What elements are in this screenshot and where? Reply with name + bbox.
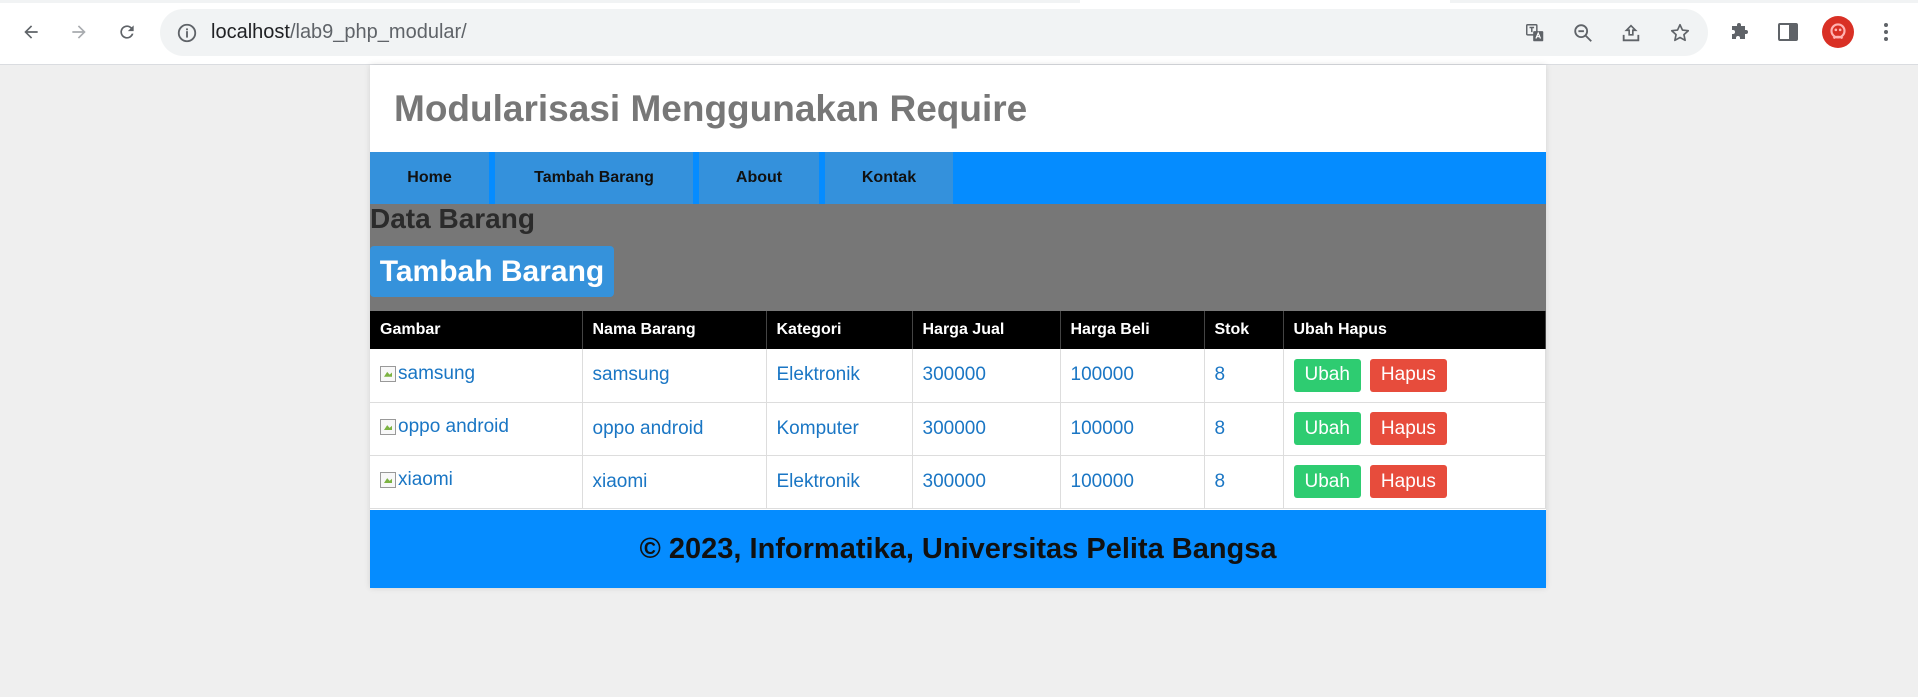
cell-harga-beli: 100000 xyxy=(1060,455,1205,509)
nav-item-home[interactable]: Home xyxy=(370,152,489,204)
cell-kategori: Elektronik xyxy=(766,349,913,403)
data-table: Gambar Nama Barang Kategori Harga Jual H… xyxy=(370,311,1546,509)
reload-icon[interactable] xyxy=(111,16,143,48)
main-nav: Home Tambah Barang About Kontak xyxy=(370,152,1546,204)
table-row: oppo android oppo android Komputer 30000… xyxy=(370,402,1546,456)
nav-item-about[interactable]: About xyxy=(699,152,819,204)
browser-toolbar: localhost/lab9_php_modular/ xyxy=(0,0,1918,65)
translate-icon[interactable] xyxy=(1523,21,1547,45)
cell-gambar: xiaomi xyxy=(370,455,583,509)
cell-nama: xiaomi xyxy=(582,455,767,509)
cell-kategori: Elektronik xyxy=(766,455,913,509)
delete-button[interactable]: Hapus xyxy=(1369,358,1447,392)
cell-harga-beli: 100000 xyxy=(1060,349,1205,403)
cell-stok: 8 xyxy=(1204,455,1284,509)
delete-button[interactable]: Hapus xyxy=(1369,465,1447,498)
cell-aksi: Ubah Hapus xyxy=(1283,349,1546,403)
broken-image-icon xyxy=(380,419,396,435)
cell-gambar: oppo android xyxy=(370,402,583,456)
url-path: /lab9_php_modular/ xyxy=(289,21,467,43)
cell-harga-jual: 300000 xyxy=(912,349,1061,403)
site-header: Modularisasi Menggunakan Require xyxy=(370,65,1546,152)
page-container: Modularisasi Menggunakan Require Home Ta… xyxy=(370,65,1546,588)
item-image[interactable]: samsung xyxy=(380,363,475,385)
zoom-out-icon[interactable] xyxy=(1571,21,1595,45)
url-text: localhost/lab9_php_modular/ xyxy=(211,21,467,44)
column-header-gambar: Gambar xyxy=(370,311,583,349)
table-row: xiaomi xiaomi Elektronik 300000 100000 8… xyxy=(370,455,1546,509)
url-host: localhost xyxy=(211,21,290,43)
site-footer: © 2023, Informatika, Universitas Pelita … xyxy=(370,510,1546,588)
share-icon[interactable] xyxy=(1619,21,1643,45)
item-image[interactable]: oppo android xyxy=(380,416,509,438)
table-header-row: Gambar Nama Barang Kategori Harga Jual H… xyxy=(370,311,1546,349)
cell-nama: oppo android xyxy=(582,402,767,456)
column-header-harga-jual: Harga Jual xyxy=(912,311,1061,349)
edit-button[interactable]: Ubah xyxy=(1293,358,1361,392)
column-header-kategori: Kategori xyxy=(766,311,913,349)
cell-harga-jual: 300000 xyxy=(912,402,1061,456)
profile-avatar[interactable] xyxy=(1822,16,1854,48)
nav-item-kontak[interactable]: Kontak xyxy=(825,152,953,204)
column-header-nama: Nama Barang xyxy=(582,311,767,349)
delete-button[interactable]: Hapus xyxy=(1369,412,1447,445)
edit-button[interactable]: Ubah xyxy=(1293,412,1361,445)
tab-strip xyxy=(0,0,1918,3)
section-heading: Data Barang xyxy=(370,203,535,234)
item-image-alt: samsung xyxy=(398,362,476,384)
broken-image-icon xyxy=(380,472,396,488)
cell-kategori: Komputer xyxy=(766,402,913,456)
item-image[interactable]: xiaomi xyxy=(380,469,453,491)
page-title: Modularisasi Menggunakan Require xyxy=(394,87,1028,129)
column-header-stok: Stok xyxy=(1204,311,1284,349)
star-icon[interactable] xyxy=(1668,21,1692,45)
side-panel-icon[interactable] xyxy=(1775,19,1801,45)
item-image-alt: oppo android xyxy=(398,416,509,437)
content-section: Data Barang Tambah Barang xyxy=(370,204,1546,311)
footer-text: © 2023, Informatika, Universitas Pelita … xyxy=(639,532,1277,565)
info-icon[interactable] xyxy=(176,22,198,44)
extensions-icon[interactable] xyxy=(1728,19,1754,45)
cell-nama: samsung xyxy=(582,349,767,403)
cell-aksi: Ubah Hapus xyxy=(1283,402,1546,456)
column-header-harga-beli: Harga Beli xyxy=(1060,311,1205,349)
cell-aksi: Ubah Hapus xyxy=(1283,455,1546,509)
menu-icon[interactable] xyxy=(1873,19,1899,45)
edit-button[interactable]: Ubah xyxy=(1293,465,1361,498)
cell-stok: 8 xyxy=(1204,349,1284,403)
cell-gambar: samsung xyxy=(370,349,583,403)
add-item-button[interactable]: Tambah Barang xyxy=(370,246,614,297)
nav-item-tambah-barang[interactable]: Tambah Barang xyxy=(495,152,693,204)
back-icon[interactable] xyxy=(15,16,47,48)
cell-harga-jual: 300000 xyxy=(912,455,1061,509)
column-header-aksi: Ubah Hapus xyxy=(1283,311,1546,349)
item-image-alt: xiaomi xyxy=(398,469,453,490)
address-bar[interactable]: localhost/lab9_php_modular/ xyxy=(160,9,1708,56)
forward-icon[interactable] xyxy=(63,16,95,48)
cell-harga-beli: 100000 xyxy=(1060,402,1205,456)
cell-stok: 8 xyxy=(1204,402,1284,456)
table-row: samsung samsung Elektronik 300000 100000… xyxy=(370,349,1546,403)
broken-image-icon xyxy=(380,365,396,382)
